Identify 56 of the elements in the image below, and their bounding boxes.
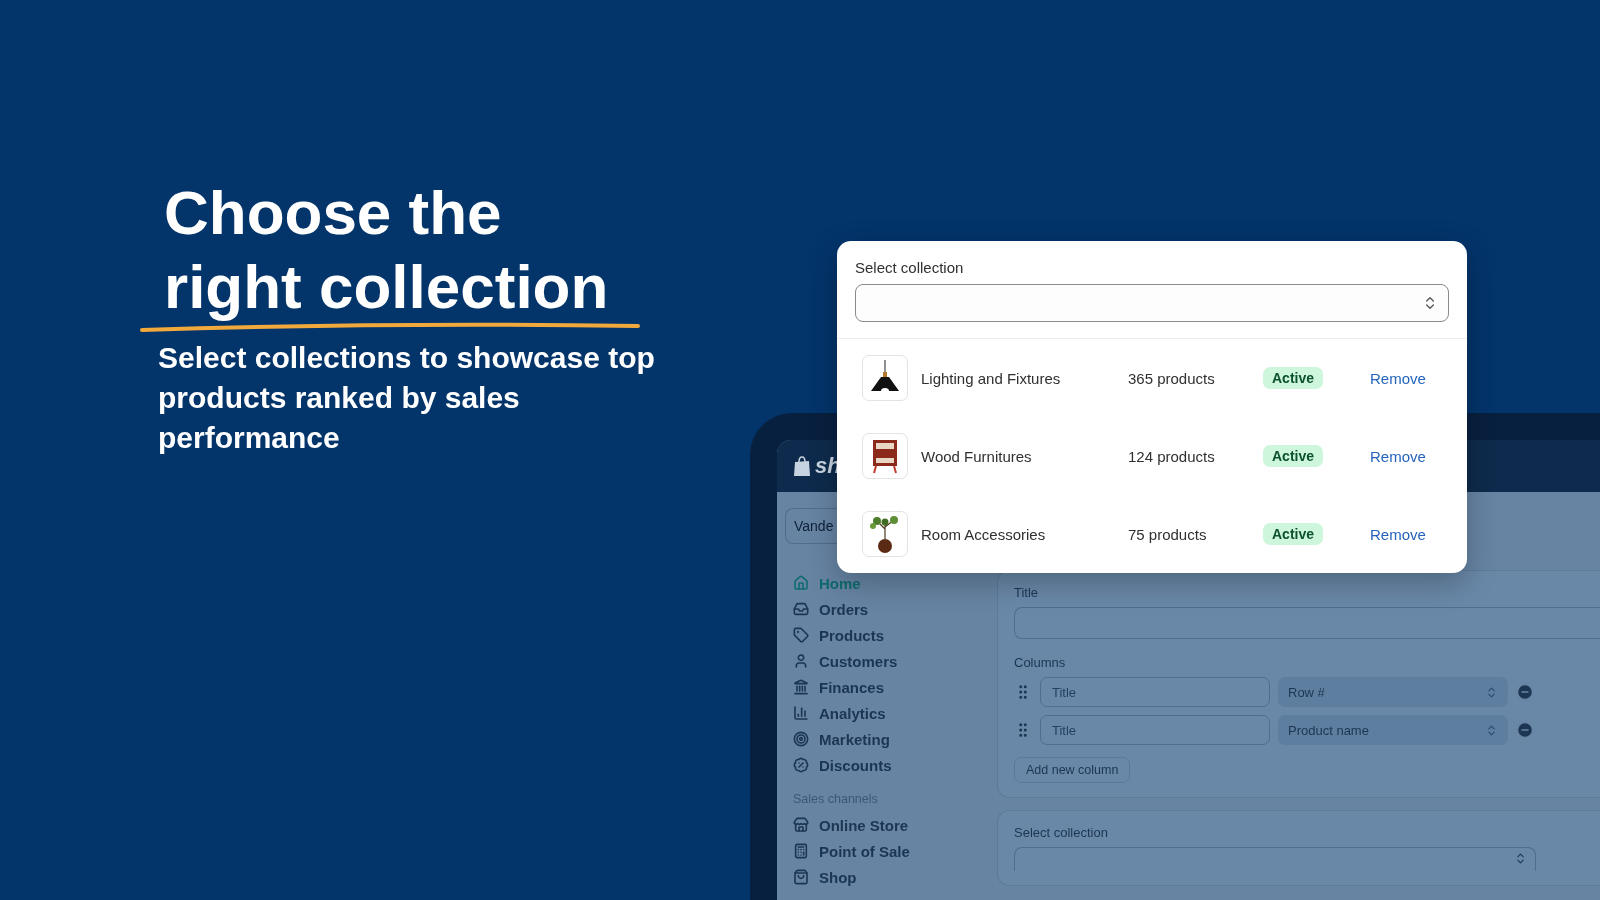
- select-arrows-icon: [1514, 852, 1527, 865]
- bar-chart-icon: [793, 705, 809, 721]
- column-title-input[interactable]: Title: [1040, 677, 1270, 707]
- calculator-icon: [793, 843, 809, 859]
- cabinet-icon: [871, 438, 899, 474]
- bag-icon: [793, 869, 809, 885]
- nav-item[interactable]: Finances: [789, 674, 997, 700]
- nav-item[interactable]: Home: [789, 570, 997, 596]
- remove-circle-icon[interactable]: [1516, 683, 1534, 701]
- bag-logo-icon: [793, 455, 811, 477]
- add-column-button[interactable]: Add new column: [1014, 757, 1131, 783]
- nav-item[interactable]: Analytics: [789, 700, 997, 726]
- field-label: Select collection: [1014, 825, 1109, 840]
- column-type-select[interactable]: Product name: [1278, 715, 1508, 745]
- person-icon: [793, 653, 809, 669]
- title-field[interactable]: [1014, 607, 1600, 639]
- store-icon: [793, 817, 809, 833]
- percent-badge-icon: [793, 757, 809, 773]
- product-count: 75 products: [1128, 525, 1208, 543]
- select-arrows-icon: [1485, 723, 1498, 737]
- nav-item[interactable]: Point of Sale: [789, 838, 997, 864]
- collection-name: Room Accessories: [921, 525, 1047, 543]
- plant-icon: [869, 515, 901, 553]
- bank-icon: [793, 679, 809, 695]
- field-label: Title: [1014, 585, 1040, 600]
- headline: right collection: [163, 251, 609, 323]
- target-icon: [793, 731, 809, 747]
- collection-name: Wood Furnitures: [921, 447, 1033, 465]
- field-label: Columns: [1014, 655, 1067, 670]
- nav-item[interactable]: Online Store: [789, 812, 997, 838]
- product-count: 365 products: [1128, 369, 1216, 387]
- remove-circle-icon[interactable]: [1516, 721, 1534, 739]
- status-badge: Active: [1263, 523, 1324, 545]
- nav-item[interactable]: Products: [789, 622, 997, 648]
- field-label: Select collection: [855, 259, 965, 276]
- nav-item[interactable]: Discounts: [789, 752, 997, 778]
- column-type-select[interactable]: Row #: [1278, 677, 1508, 707]
- status-badge: Active: [1263, 367, 1324, 389]
- subtitle: Select collections to showcase top products ranked by sales performance: [158, 340, 656, 456]
- inbox-icon: [793, 601, 809, 617]
- home-icon: [793, 575, 809, 591]
- status-badge: Active: [1263, 445, 1324, 467]
- nav-item[interactable]: Shop: [789, 864, 997, 890]
- remove-link[interactable]: Remove: [1370, 369, 1426, 387]
- product-count: 124 products: [1128, 447, 1216, 465]
- nav-item[interactable]: Customers: [789, 648, 997, 674]
- column-title-input[interactable]: Title: [1040, 715, 1270, 745]
- headline: Choose the: [163, 177, 502, 249]
- tag-icon: [793, 627, 809, 643]
- select-arrows-icon: [1485, 685, 1498, 699]
- nav-item[interactable]: Orders: [789, 596, 997, 622]
- remove-link[interactable]: Remove: [1370, 447, 1426, 465]
- remove-link[interactable]: Remove: [1370, 525, 1426, 543]
- collection-name: Lighting and Fixtures: [921, 369, 1062, 387]
- nav-item[interactable]: Marketing: [789, 726, 997, 752]
- collection-select[interactable]: [855, 284, 1449, 322]
